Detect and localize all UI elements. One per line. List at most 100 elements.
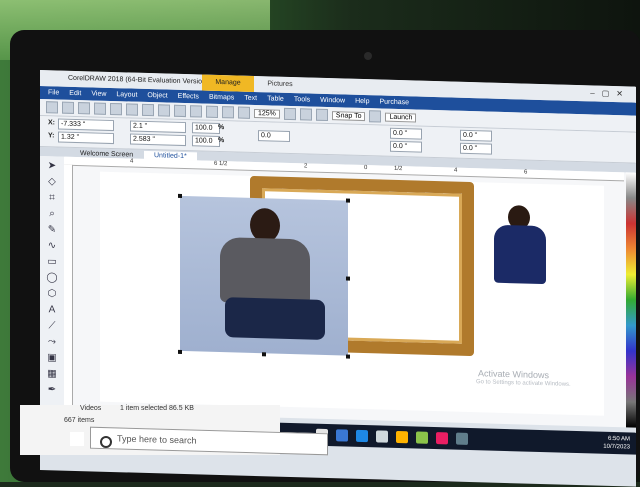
x-position-field[interactable]: -7.333 ": [58, 118, 114, 132]
polygon-tool-icon[interactable]: ⬡: [46, 288, 58, 300]
rectangle-tool-icon[interactable]: ▭: [46, 256, 58, 268]
width-field[interactable]: 2.1 ": [130, 120, 186, 134]
print-icon[interactable]: [94, 102, 106, 115]
eyedropper-tool-icon[interactable]: ✒: [46, 384, 58, 396]
save-icon[interactable]: [78, 102, 90, 115]
explorer-selection: 1 item selected 86.5 KB: [120, 405, 194, 412]
system-clock[interactable]: 6:50 AM 10/7/2023: [603, 435, 630, 452]
tab-pictures[interactable]: Pictures: [254, 76, 306, 93]
corner-radius-field-1[interactable]: 0.0 ": [390, 127, 422, 140]
menu-edit[interactable]: Edit: [69, 90, 81, 97]
selection-handle[interactable]: [178, 193, 182, 198]
selection-handle[interactable]: [346, 198, 350, 203]
offset-field-2[interactable]: 0.0 ": [460, 142, 492, 155]
search-content-icon[interactable]: [190, 105, 202, 118]
selection-handle[interactable]: [262, 352, 266, 357]
ellipse-tool-icon[interactable]: ◯: [46, 272, 58, 284]
selection-handle[interactable]: [178, 349, 182, 354]
menu-view[interactable]: View: [91, 90, 106, 97]
paste-icon[interactable]: [142, 103, 154, 117]
woman-in-blue-photo[interactable]: [482, 200, 558, 293]
redo-icon[interactable]: [174, 104, 186, 118]
grid-icon[interactable]: [315, 108, 328, 122]
app-icon[interactable]: [456, 432, 468, 445]
menu-file[interactable]: File: [48, 89, 59, 96]
windows-start-icon[interactable]: [70, 432, 84, 446]
ruler-label: 4: [130, 158, 134, 165]
crop-tool-icon[interactable]: ⌗: [46, 192, 58, 204]
ruler-label: 0: [364, 165, 368, 172]
copy-icon[interactable]: [126, 103, 138, 116]
menu-tools[interactable]: Tools: [294, 96, 310, 103]
search-icon: [100, 436, 112, 448]
ruler-label: 6: [524, 169, 528, 176]
color-palette[interactable]: [626, 172, 636, 428]
x-label: X:: [48, 119, 55, 127]
explorer-item-count: 667 items: [64, 417, 95, 424]
scale-width-field[interactable]: 100.0: [192, 122, 220, 135]
selection-handle[interactable]: [346, 276, 350, 281]
parallel-dimension-icon[interactable]: ⟋: [46, 320, 58, 332]
rulers-icon[interactable]: [299, 108, 312, 121]
y-position-field[interactable]: 1.32 ": [58, 131, 114, 145]
undo-icon[interactable]: [158, 104, 170, 117]
vertical-ruler: [64, 164, 73, 412]
pick-tool-icon[interactable]: ➤: [46, 160, 58, 172]
menu-object[interactable]: Object: [147, 92, 167, 100]
photo-legs: [225, 297, 325, 340]
drop-shadow-icon[interactable]: ▣: [46, 352, 58, 364]
percent-label-h: %: [218, 136, 225, 145]
shape-tool-icon[interactable]: ◇: [46, 176, 58, 188]
webcam: [364, 52, 372, 60]
text-tool-icon[interactable]: A: [46, 304, 58, 316]
open-icon[interactable]: [62, 101, 74, 114]
ruler-label: 2: [304, 163, 308, 170]
connector-tool-icon[interactable]: ⤳: [46, 336, 58, 348]
full-screen-icon[interactable]: [283, 107, 296, 121]
explorer-folder: Videos: [80, 405, 102, 412]
window-controls[interactable]: –▢✕: [590, 88, 630, 98]
menu-effects[interactable]: Effects: [178, 93, 199, 101]
file-explorer-icon[interactable]: [396, 430, 408, 444]
mail-icon[interactable]: [376, 430, 388, 443]
import-icon[interactable]: [206, 105, 218, 118]
menu-table[interactable]: Table: [267, 95, 284, 102]
scale-height-field[interactable]: 100.0: [192, 135, 220, 148]
rotation-angle-field[interactable]: 0.0: [258, 130, 290, 142]
artistic-media-icon[interactable]: ∿: [46, 240, 58, 252]
export-icon[interactable]: [222, 106, 234, 119]
options-icon[interactable]: [369, 110, 382, 123]
transparency-tool-icon[interactable]: ▦: [46, 368, 58, 380]
menu-layout[interactable]: Layout: [116, 91, 137, 99]
coreldraw-icon[interactable]: [416, 431, 428, 444]
menu-window[interactable]: Window: [320, 97, 345, 105]
clock-date: 10/7/2023: [603, 443, 630, 451]
menu-bitmaps[interactable]: Bitmaps: [209, 94, 234, 102]
new-icon[interactable]: [46, 101, 58, 114]
photo-body: [494, 224, 546, 285]
photoshop-icon[interactable]: [356, 429, 368, 443]
percent-label-w: %: [218, 123, 225, 132]
menu-purchase[interactable]: Purchase: [379, 98, 409, 106]
app-icon[interactable]: [436, 432, 448, 445]
height-field[interactable]: 2.583 ": [130, 133, 186, 147]
activate-windows-title: Activate Windows: [478, 368, 550, 381]
zoom-level[interactable]: 125%: [254, 108, 280, 119]
offset-field-1[interactable]: 0.0 ": [460, 129, 492, 142]
publish-pdf-icon[interactable]: [238, 106, 250, 119]
tab-manage[interactable]: Manage: [202, 74, 254, 92]
corner-radius-field-2[interactable]: 0.0 ": [390, 140, 422, 153]
freehand-tool-icon[interactable]: ✎: [46, 224, 58, 236]
menu-text[interactable]: Text: [244, 95, 257, 102]
cut-icon[interactable]: [110, 102, 122, 116]
zoom-tool-icon[interactable]: ⌕: [46, 208, 58, 220]
selection-handle[interactable]: [346, 354, 350, 359]
ruler-label: 6 1/2: [214, 160, 228, 168]
snap-to-dropdown[interactable]: Snap To: [331, 110, 366, 121]
launch-dropdown[interactable]: Launch: [385, 112, 417, 123]
ruler-label: 4: [454, 167, 458, 174]
seated-woman-photo[interactable]: [180, 195, 348, 356]
menu-help[interactable]: Help: [355, 98, 369, 105]
photo-body: [220, 237, 310, 305]
edge-icon[interactable]: [336, 429, 348, 442]
